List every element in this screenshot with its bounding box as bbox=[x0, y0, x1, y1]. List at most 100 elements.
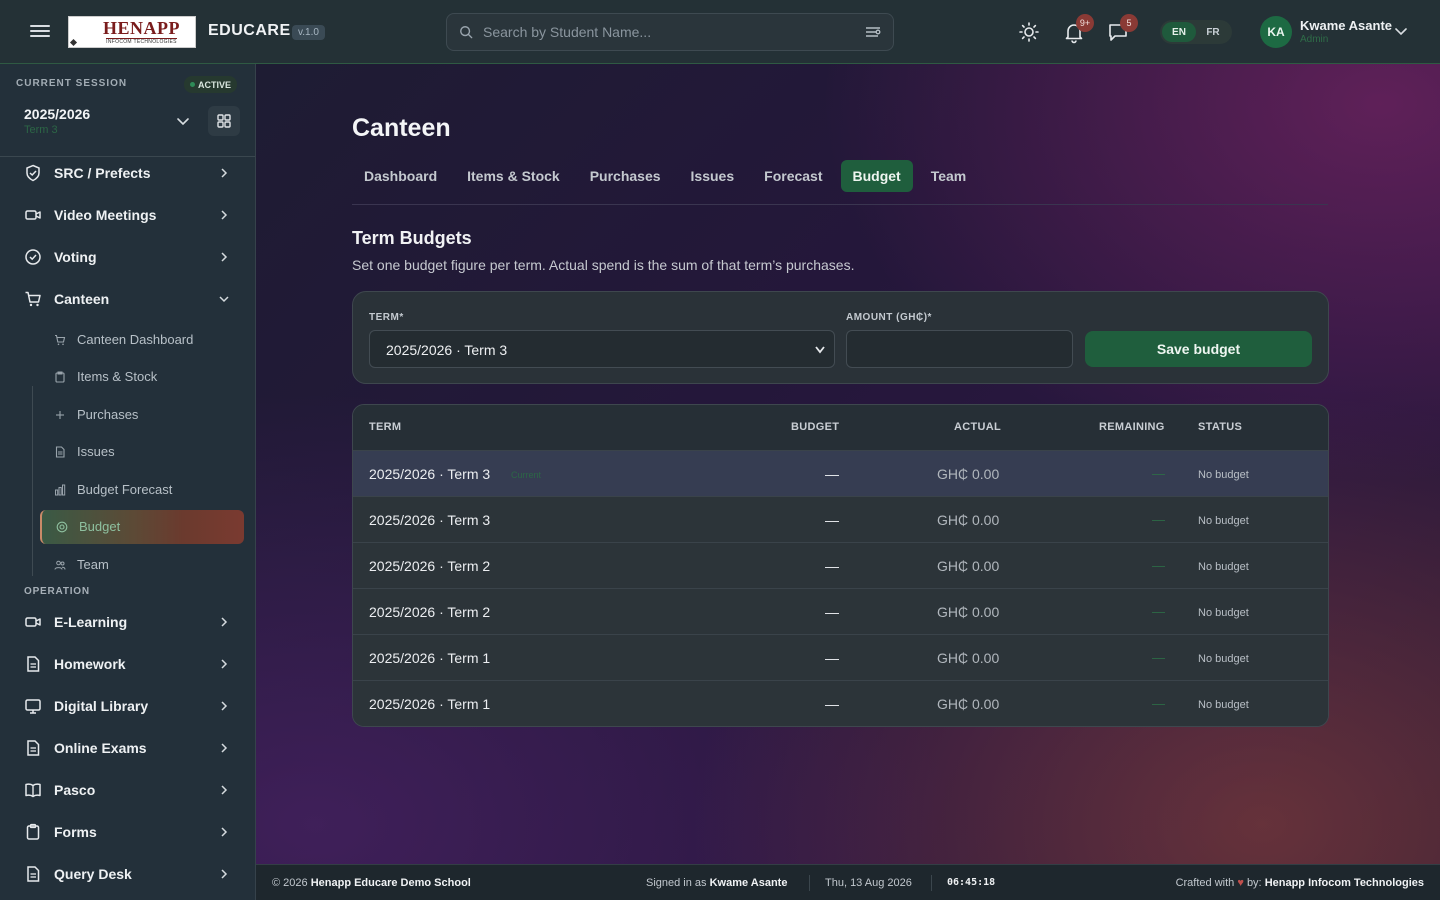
chevron-down-icon[interactable] bbox=[1394, 26, 1408, 38]
avatar[interactable]: KA bbox=[1260, 16, 1292, 48]
lang-fr-button[interactable]: FR bbox=[1196, 22, 1230, 42]
sidebar-subitem-label: Team bbox=[77, 557, 109, 572]
divider bbox=[931, 875, 932, 891]
sidebar-item-label: Forms bbox=[54, 824, 97, 840]
cart-icon bbox=[25, 291, 41, 307]
sidebar-item-video-meetings[interactable]: Video Meetings bbox=[16, 197, 240, 233]
sidebar-item-src-prefects[interactable]: SRC / Prefects bbox=[16, 155, 240, 191]
menu-icon[interactable] bbox=[30, 22, 50, 42]
cell-budget: — bbox=[825, 696, 839, 712]
search-input[interactable] bbox=[483, 14, 863, 50]
save-budget-button[interactable]: Save budget bbox=[1085, 331, 1312, 367]
table-row[interactable]: 2025/2026 · Term 2 — GH₵ 0.00 — No budge… bbox=[353, 588, 1328, 634]
chat-icon[interactable]: 5 bbox=[1106, 14, 1138, 44]
sidebar-item-canteen[interactable]: Canteen bbox=[16, 281, 240, 317]
sidebar-item-query-desk[interactable]: Query Desk bbox=[16, 856, 240, 892]
cell-remaining: — bbox=[1152, 558, 1165, 573]
divider bbox=[809, 875, 810, 891]
document-icon bbox=[27, 866, 40, 882]
sidebar-item-e-learning[interactable]: E-Learning bbox=[16, 604, 240, 640]
cell-actual: GH₵ 0.00 bbox=[937, 696, 1000, 712]
budget-table: TERM BUDGET ACTUAL REMAINING STATUS 2025… bbox=[352, 404, 1329, 727]
lang-en-button[interactable]: EN bbox=[1162, 22, 1196, 42]
sidebar-subitem-team[interactable]: Team bbox=[40, 548, 244, 582]
sidebar-item-label: Video Meetings bbox=[54, 207, 157, 223]
column-header-term: TERM bbox=[369, 421, 402, 433]
budget-form-card: TERM* 2025/2026 · Term 3 AMOUNT (GH₵)* S… bbox=[352, 291, 1329, 384]
company-name[interactable]: Henapp Infocom Technologies bbox=[1265, 877, 1424, 889]
cell-actual: GH₵ 0.00 bbox=[937, 466, 1000, 482]
tab-forecast[interactable]: Forecast bbox=[752, 160, 834, 192]
current-term-tag: Current bbox=[511, 470, 542, 480]
user-name[interactable]: Kwame Asante bbox=[1300, 18, 1392, 33]
bar-chart-icon bbox=[55, 484, 66, 496]
cell-budget: — bbox=[825, 650, 839, 666]
sidebar-subitem-canteen-dashboard[interactable]: Canteen Dashboard bbox=[40, 323, 244, 357]
table-row[interactable]: 2025/2026 · Term 1 — GH₵ 0.00 — No budge… bbox=[353, 634, 1328, 680]
sidebar-item-label: Voting bbox=[54, 249, 97, 265]
session-chevron-down-icon[interactable] bbox=[176, 116, 190, 128]
sidebar-item-digital-library[interactable]: Digital Library bbox=[16, 688, 240, 724]
footer-credit: Crafted with ♥ by: Henapp Infocom Techno… bbox=[1176, 877, 1424, 889]
amount-input[interactable] bbox=[846, 330, 1073, 368]
logo[interactable]: HENAPP INFOCOM TECHNOLOGIES bbox=[68, 16, 196, 48]
table-row[interactable]: 2025/2026 · Term 3 — GH₵ 0.00 — No budge… bbox=[353, 496, 1328, 542]
tab-budget[interactable]: Budget bbox=[840, 160, 913, 192]
term-select[interactable]: 2025/2026 · Term 3 bbox=[369, 330, 835, 368]
sidebar: CURRENT SESSION ACTIVE 2025/2026 Term 3 … bbox=[0, 64, 256, 900]
tab-purchases[interactable]: Purchases bbox=[578, 160, 673, 192]
term-label: TERM* bbox=[369, 312, 404, 323]
bell-icon[interactable]: 9+ bbox=[1062, 14, 1094, 44]
column-header-actual: ACTUAL bbox=[954, 421, 1002, 433]
filter-icon[interactable] bbox=[865, 25, 881, 39]
sidebar-item-homework[interactable]: Homework bbox=[16, 646, 240, 682]
sidebar-item-forms[interactable]: Forms bbox=[16, 814, 240, 850]
sidebar-subitem-budget[interactable]: Budget bbox=[40, 510, 244, 544]
sidebar-item-label: Canteen bbox=[54, 291, 110, 307]
sidebar-subitem-issues[interactable]: Issues bbox=[40, 435, 244, 469]
sidebar-subitem-items-stock[interactable]: Items & Stock bbox=[40, 360, 244, 394]
footer-copyright: © 2026 Henapp Educare Demo School bbox=[272, 877, 471, 889]
cell-term: 2025/2026 · Term 1 bbox=[369, 696, 491, 712]
document-icon bbox=[55, 446, 65, 458]
table-row[interactable]: 2025/2026 · Term 1 — GH₵ 0.00 — No budge… bbox=[353, 680, 1328, 726]
chevron-right-icon bbox=[221, 168, 228, 178]
chevron-right-icon bbox=[221, 252, 228, 262]
tab-items-stock[interactable]: Items & Stock bbox=[455, 160, 572, 192]
session-term: Term 3 bbox=[24, 124, 58, 136]
clipboard-icon bbox=[55, 371, 65, 383]
sidebar-subitem-label: Issues bbox=[77, 444, 115, 459]
cell-status: No budget bbox=[1198, 515, 1249, 527]
cart-icon bbox=[55, 334, 66, 346]
video-icon bbox=[25, 210, 41, 220]
cell-budget: — bbox=[825, 604, 839, 620]
section-label-operation: OPERATION bbox=[24, 586, 90, 597]
sidebar-item-online-exams[interactable]: Online Exams bbox=[16, 730, 240, 766]
monitor-icon bbox=[25, 699, 41, 714]
crafted-prefix: Crafted with bbox=[1175, 877, 1235, 889]
tab-dashboard[interactable]: Dashboard bbox=[352, 160, 449, 192]
apps-grid-button[interactable] bbox=[208, 106, 240, 136]
sun-icon[interactable] bbox=[1017, 20, 1041, 44]
tab-team[interactable]: Team bbox=[919, 160, 979, 192]
sidebar-subitem-purchases[interactable]: Purchases bbox=[40, 398, 244, 432]
sidebar-item-label: E-Learning bbox=[54, 614, 128, 630]
sidebar-item-label: SRC / Prefects bbox=[54, 165, 151, 181]
messages-badge: 5 bbox=[1120, 14, 1138, 32]
chevron-right-icon bbox=[221, 869, 228, 879]
sidebar-item-voting[interactable]: Voting bbox=[16, 239, 240, 275]
cell-remaining: — bbox=[1152, 512, 1165, 527]
shield-icon bbox=[26, 164, 40, 182]
logo-mark bbox=[69, 17, 103, 47]
app-brand: EDUCARE bbox=[208, 22, 291, 39]
table-row[interactable]: 2025/2026 · Term 2 — GH₵ 0.00 — No budge… bbox=[353, 542, 1328, 588]
table-row[interactable]: 2025/2026 · Term 3 Current — GH₵ 0.00 — … bbox=[353, 450, 1328, 496]
divider bbox=[352, 204, 1328, 205]
sidebar-subitem-label: Canteen Dashboard bbox=[77, 332, 194, 347]
tab-issues[interactable]: Issues bbox=[679, 160, 747, 192]
signed-in-prefix: Signed in as bbox=[646, 877, 707, 889]
sidebar-item-pasco[interactable]: Pasco bbox=[16, 772, 240, 808]
sidebar-subitem-budget-forecast[interactable]: Budget Forecast bbox=[40, 473, 244, 507]
cell-budget: — bbox=[825, 466, 839, 482]
cell-status: No budget bbox=[1198, 607, 1249, 619]
